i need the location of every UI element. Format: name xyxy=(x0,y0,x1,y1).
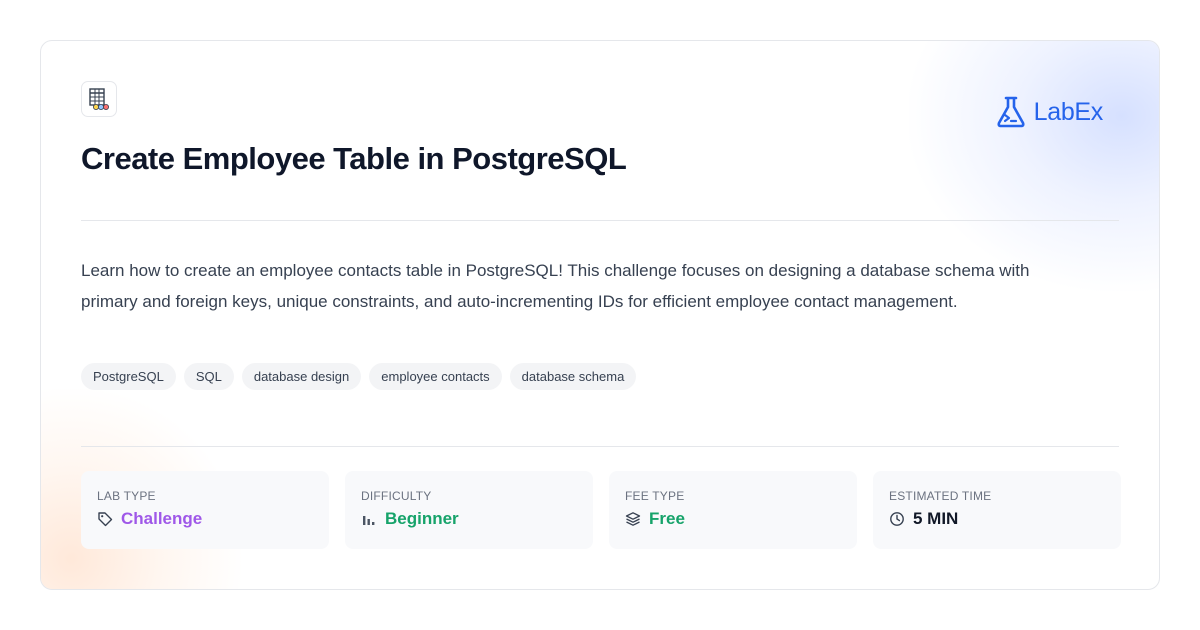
divider-bottom xyxy=(81,446,1119,447)
stat-value: Beginner xyxy=(385,509,459,529)
description-line-1: Learn how to create an employee contacts… xyxy=(81,255,1081,286)
tag[interactable]: employee contacts xyxy=(369,363,501,390)
tag[interactable]: PostgreSQL xyxy=(81,363,176,390)
stat-fee-type: FEE TYPE Free xyxy=(609,471,857,549)
divider-top xyxy=(81,220,1119,221)
decor-glow-blue xyxy=(909,41,1159,291)
flask-icon xyxy=(994,95,1028,129)
tag-list: PostgreSQL SQL database design employee … xyxy=(81,363,636,390)
brand-name: LabEx xyxy=(1034,98,1103,127)
stat-label: LAB TYPE xyxy=(97,489,313,503)
stat-label: ESTIMATED TIME xyxy=(889,489,1105,503)
tag[interactable]: SQL xyxy=(184,363,234,390)
stat-value: Challenge xyxy=(121,509,202,529)
lab-description: Learn how to create an employee contacts… xyxy=(81,255,1081,317)
stat-value: Free xyxy=(649,509,685,529)
stat-estimated-time: ESTIMATED TIME 5 MIN xyxy=(873,471,1121,549)
lab-card: LabEx Create Employee Table in PostgreSQ… xyxy=(40,40,1160,590)
description-line-2: primary and foreign keys, unique constra… xyxy=(81,286,1081,317)
tag[interactable]: database design xyxy=(242,363,361,390)
stat-difficulty: DIFFICULTY Beginner xyxy=(345,471,593,549)
stat-label: DIFFICULTY xyxy=(361,489,577,503)
clock-icon xyxy=(889,511,905,527)
stats-row: LAB TYPE Challenge DIFFICULTY Beginner xyxy=(81,471,1121,549)
layers-icon xyxy=(625,511,641,527)
stat-label: FEE TYPE xyxy=(625,489,841,503)
database-table-icon xyxy=(81,81,117,117)
stat-value: 5 MIN xyxy=(913,509,958,529)
tag[interactable]: database schema xyxy=(510,363,637,390)
tag-icon xyxy=(97,511,113,527)
labex-logo: LabEx xyxy=(994,95,1103,129)
page-title: Create Employee Table in PostgreSQL xyxy=(81,141,626,177)
stat-lab-type: LAB TYPE Challenge xyxy=(81,471,329,549)
bar-chart-icon xyxy=(361,511,377,527)
